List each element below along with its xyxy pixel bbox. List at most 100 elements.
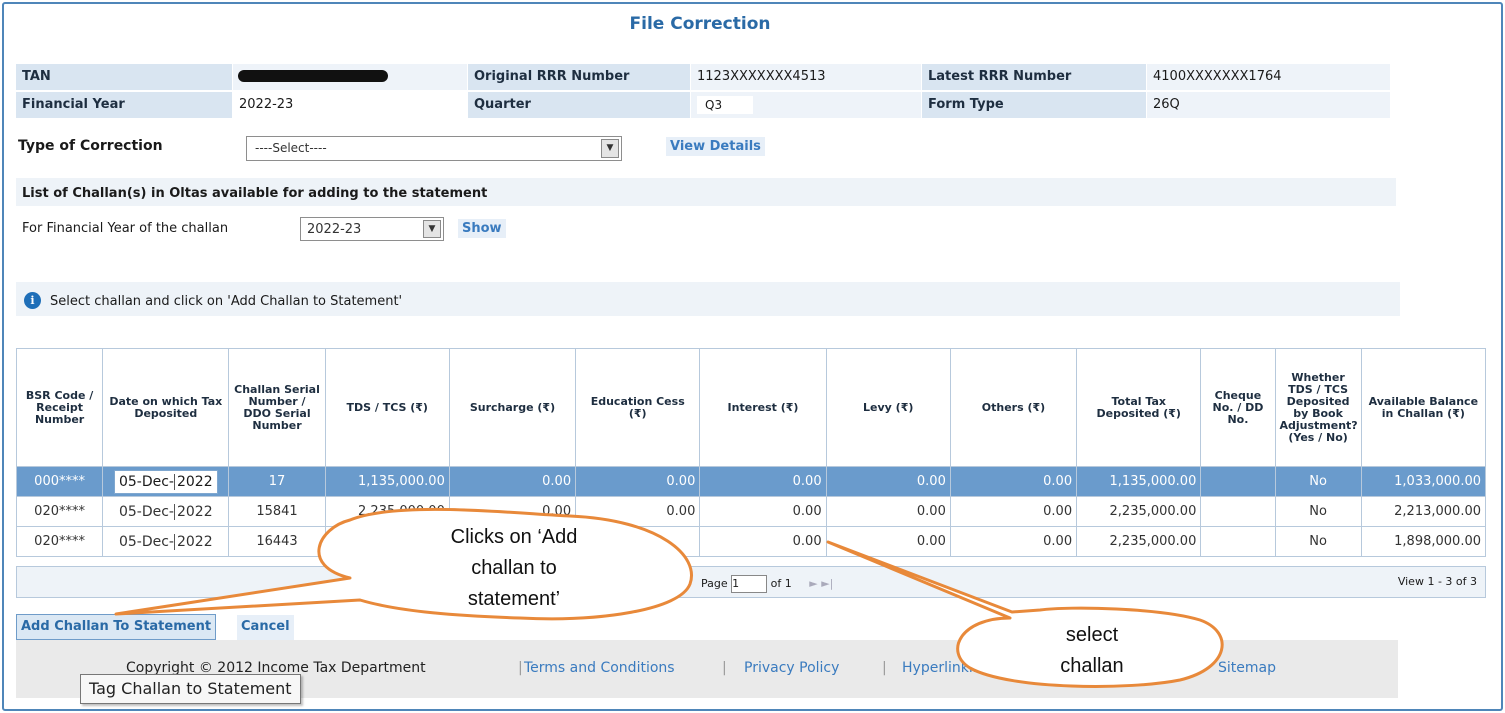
cell-cheque	[1200, 466, 1276, 497]
table-row[interactable]: 020**** 05-Dec- 2022 15841 2,235,000.00 0…	[15, 496, 1487, 527]
tan-redaction	[238, 70, 388, 82]
page-of-label: of 1	[770, 577, 792, 590]
column-header[interactable]: Date on which Tax Deposited	[102, 348, 230, 467]
challan-fy-select[interactable]: 2022-23 ▼	[300, 217, 444, 241]
footer-separator: |	[518, 660, 523, 676]
latest-rrr-label: Latest RRR Number	[922, 64, 1146, 90]
add-challan-to-statement-button[interactable]: Add Challan To Statement	[16, 614, 217, 640]
form-type-value: 26Q	[1147, 92, 1390, 118]
callout-select-text: select challan	[1032, 620, 1152, 682]
date-day: 05-Dec-	[118, 473, 174, 490]
cell-levy: 0.00	[825, 466, 951, 497]
tooltip: Tag Challan to Statement	[80, 674, 301, 704]
cell-balance: 2,213,000.00	[1360, 496, 1487, 527]
financial-year-label: Financial Year	[16, 92, 232, 118]
table-header-row: BSR Code / Receipt Number Date on which …	[15, 348, 1487, 467]
column-header[interactable]: Interest (₹)	[699, 348, 827, 467]
column-header[interactable]: Total Tax Deposited (₹)	[1076, 348, 1202, 467]
info-icon: i	[24, 292, 41, 309]
cancel-button[interactable]: Cancel	[237, 615, 294, 643]
cell-bsr: 020****	[15, 496, 104, 527]
table-row[interactable]: 020**** 05-Dec- 2022 16443 0.00 0.00 0.00…	[15, 526, 1487, 557]
column-header[interactable]: Whether TDS / TCS Deposited by Book Adju…	[1274, 348, 1362, 467]
cell-total: 2,235,000.00	[1076, 526, 1202, 557]
date-year: 2022	[173, 473, 213, 490]
quarter-label: Quarter	[468, 92, 690, 118]
page-number-input[interactable]: 1	[731, 575, 768, 593]
cell-levy: 0.00	[825, 526, 951, 557]
column-header[interactable]: Available Balance in Challan (₹)	[1360, 348, 1487, 467]
cell-balance: 1,898,000.00	[1360, 526, 1487, 557]
cell-date: 05-Dec- 2022	[102, 526, 230, 557]
footer-terms-link[interactable]: Terms and Conditions	[524, 660, 675, 676]
cell-interest: 0.00	[699, 466, 827, 497]
quarter-value: Q3	[697, 96, 753, 114]
type-of-correction-label: Type of Correction	[18, 138, 163, 154]
type-of-correction-selected: ----Select----	[255, 141, 327, 155]
column-header[interactable]: BSR Code / Receipt Number	[15, 348, 104, 467]
callout-add-text: Clicks on ‘Add challan to statement’	[416, 522, 612, 615]
date-field: 05-Dec- 2022	[113, 469, 218, 494]
date-day: 05-Dec-	[118, 503, 174, 520]
chevron-down-icon[interactable]: ▼	[423, 220, 441, 238]
cell-serial: 16443	[228, 526, 326, 557]
date-field: 05-Dec- 2022	[113, 499, 218, 524]
cell-bsr: 000****	[15, 466, 104, 497]
callout-add-line: Clicks on ‘Add	[450, 526, 578, 548]
tan-label: TAN	[16, 64, 232, 90]
cell-total: 1,135,000.00	[1076, 466, 1202, 497]
statement-header: TAN Original RRR Number 1123XXXXXXX4513 …	[16, 64, 1390, 119]
footer-separator: |	[722, 660, 727, 676]
footer-privacy-link[interactable]: Privacy Policy	[744, 660, 839, 676]
cell-bsr: 020****	[15, 526, 104, 557]
cell-book-adjustment: No	[1274, 526, 1362, 557]
cell-book-adjustment: No	[1274, 466, 1362, 497]
form-type-label: Form Type	[922, 92, 1146, 118]
financial-year-value: 2022-23	[233, 92, 467, 118]
table-row-selected[interactable]: 000**** 05-Dec- 2022 17 1,135,000.00 0.00…	[15, 466, 1487, 497]
challan-list-title: List of Challan(s) in Oltas available fo…	[22, 186, 488, 201]
type-of-correction-select[interactable]: ----Select---- ▼	[246, 136, 622, 161]
cell-levy: 0.00	[825, 496, 951, 527]
callout-add-line: challan to	[471, 557, 557, 579]
view-details-button[interactable]: View Details	[666, 137, 765, 156]
column-header[interactable]: TDS / TCS (₹)	[324, 348, 450, 467]
original-rrr-label: Original RRR Number	[468, 64, 690, 90]
footer-hyperlinking-link[interactable]: Hyperlinking	[902, 660, 990, 676]
challan-table: BSR Code / Receipt Number Date on which …	[15, 348, 1487, 557]
footer-sitemap-link[interactable]: Sitemap	[1218, 660, 1276, 676]
column-header[interactable]: Surcharge (₹)	[448, 348, 577, 467]
cell-interest: 0.00	[699, 526, 827, 557]
cell-interest: 0.00	[699, 496, 827, 527]
cell-serial: 17	[228, 466, 326, 497]
chevron-down-icon[interactable]: ▼	[601, 139, 619, 158]
original-rrr-value: 1123XXXXXXX4513	[691, 64, 921, 90]
next-page-icon[interactable]: ►	[809, 577, 817, 590]
cell-date: 05-Dec- 2022	[102, 496, 230, 527]
footer-separator: |	[882, 660, 887, 676]
last-page-icon[interactable]: ►|	[821, 577, 833, 590]
callout-select-line: challan	[1060, 655, 1124, 677]
quarter-cell: Q3	[691, 92, 921, 118]
cell-cheque	[1200, 526, 1276, 557]
date-day: 05-Dec-	[118, 533, 174, 550]
cell-date: 05-Dec- 2022	[102, 466, 230, 497]
info-text: Select challan and click on 'Add Challan…	[50, 294, 403, 309]
show-button[interactable]: Show	[458, 219, 506, 238]
cell-others: 0.00	[949, 466, 1078, 497]
cell-cheque	[1200, 496, 1276, 527]
cell-others: 0.00	[949, 496, 1078, 527]
cell-serial: 15841	[228, 496, 326, 527]
date-field: 05-Dec- 2022	[113, 529, 218, 554]
column-header[interactable]: Challan Serial Number / DDO Serial Numbe…	[228, 348, 326, 467]
callout-add-line: statement’	[467, 588, 561, 610]
challan-fy-selected: 2022-23	[307, 222, 362, 237]
column-header[interactable]: Education Cess (₹)	[575, 348, 701, 467]
column-header[interactable]: Levy (₹)	[825, 348, 951, 467]
view-count: View 1 - 3 of 3	[1397, 575, 1477, 588]
column-header[interactable]: Cheque No. / DD No.	[1200, 348, 1276, 467]
column-header[interactable]: Others (₹)	[949, 348, 1078, 467]
cell-book-adjustment: No	[1274, 496, 1362, 527]
challan-fy-label: For Financial Year of the challan	[22, 221, 229, 236]
callout-select-line: select	[1065, 624, 1119, 646]
